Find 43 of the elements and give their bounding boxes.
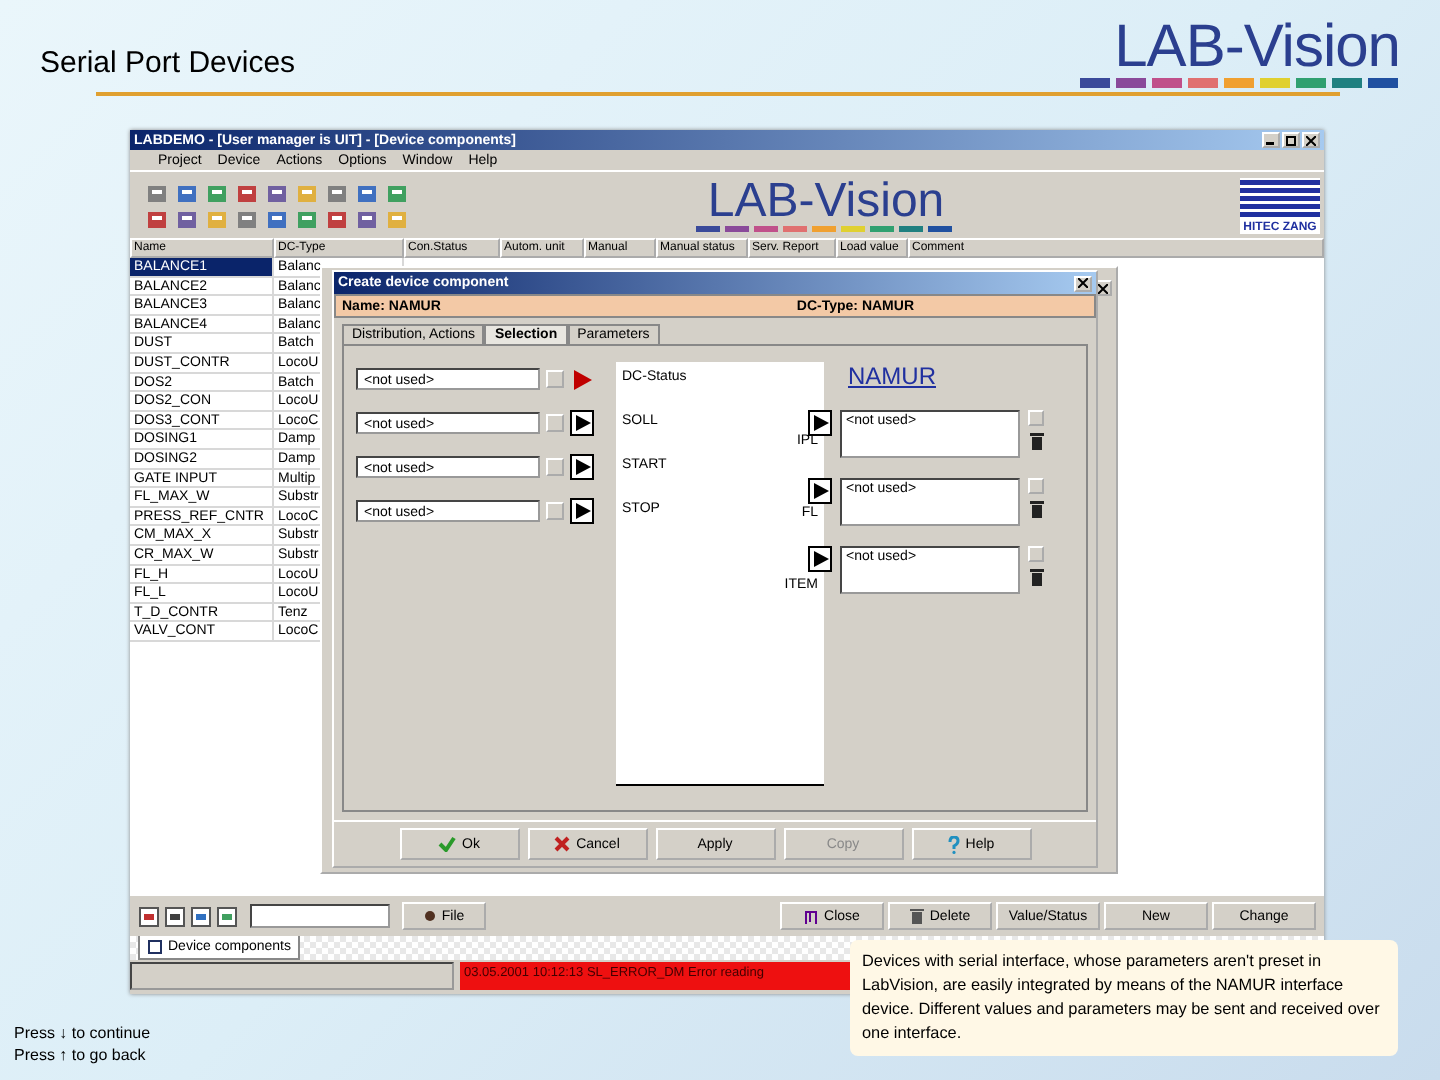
checkmark-icon bbox=[438, 836, 457, 852]
input-field[interactable] bbox=[250, 904, 390, 928]
trash-icon[interactable] bbox=[1029, 500, 1043, 518]
toolbar-icon[interactable] bbox=[356, 181, 378, 203]
arrow-button[interactable] bbox=[808, 410, 832, 436]
toolbar-icon[interactable] bbox=[190, 905, 212, 927]
minimize-button[interactable] bbox=[1262, 132, 1280, 148]
toolbar-icon[interactable] bbox=[356, 207, 378, 229]
trash-icon bbox=[909, 908, 924, 924]
slide-title: Serial Port Devices bbox=[40, 46, 296, 84]
close-button[interactable] bbox=[1074, 275, 1092, 291]
close-button[interactable] bbox=[1302, 132, 1320, 148]
component-icon bbox=[148, 940, 162, 954]
arrow-button[interactable] bbox=[570, 410, 594, 436]
door-icon bbox=[804, 909, 819, 923]
toolbar-icon[interactable] bbox=[176, 181, 198, 203]
logo: LAB-Vision bbox=[1080, 18, 1400, 88]
arrow-button[interactable] bbox=[570, 454, 594, 480]
logo: LAB-Vision bbox=[696, 178, 956, 232]
toolbar-icon[interactable] bbox=[326, 207, 348, 229]
maximize-button[interactable] bbox=[1282, 132, 1300, 148]
toolbar-icon[interactable] bbox=[176, 207, 198, 229]
callout-text: Devices with serial interface, whose parameters aren't preset in LabVision, are easily integrated by means of the NAMUR interface device. Different values and parameters may be sent and received over one interface. bbox=[850, 940, 1398, 1056]
toolbar-icon[interactable] bbox=[138, 905, 160, 927]
arrow-button[interactable] bbox=[808, 478, 832, 504]
arrow-button[interactable] bbox=[570, 498, 594, 524]
toolbar-icon[interactable] bbox=[236, 181, 258, 203]
toolbar-icon[interactable] bbox=[216, 905, 238, 927]
navigation-hint: Press ↓ to continue bbox=[14, 1022, 151, 1044]
arrow-icon bbox=[570, 367, 594, 391]
toolbar-icon[interactable] bbox=[266, 207, 288, 229]
cross-icon bbox=[554, 836, 571, 852]
toolbar-icon[interactable] bbox=[146, 207, 168, 229]
toolbar-icon[interactable] bbox=[266, 181, 288, 203]
toolbar-icon[interactable] bbox=[164, 905, 186, 927]
trash-icon[interactable] bbox=[1029, 432, 1043, 450]
disk-icon bbox=[423, 910, 436, 922]
trash-icon[interactable] bbox=[1029, 568, 1043, 586]
maximize-icon bbox=[1286, 135, 1296, 145]
arrow-button[interactable] bbox=[808, 546, 832, 572]
device-heading: NAMUR bbox=[848, 362, 938, 390]
navigation-hint: Press ↑ to go back bbox=[14, 1044, 148, 1066]
help-icon bbox=[947, 835, 960, 853]
